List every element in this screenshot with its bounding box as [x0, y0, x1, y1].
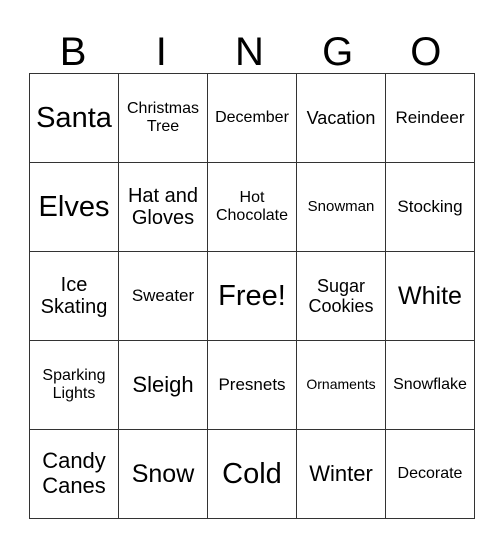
bingo-cell[interactable]: Snowman — [296, 162, 386, 252]
bingo-cell[interactable]: Vacation — [296, 73, 386, 163]
header-letter-n: N — [235, 30, 264, 74]
bingo-cell[interactable]: Reindeer — [385, 73, 475, 163]
bingo-cell[interactable]: Sweater — [118, 251, 208, 341]
bingo-cell[interactable]: Free! — [207, 251, 297, 341]
bingo-cell[interactable]: Santa — [29, 73, 119, 163]
bingo-cell[interactable]: Hot Chocolate — [207, 162, 297, 252]
bingo-cell[interactable]: Stocking — [385, 162, 475, 252]
bingo-row: Candy Canes Snow Cold Winter Decorate — [29, 429, 475, 519]
bingo-cell[interactable]: Elves — [29, 162, 119, 252]
bingo-cell[interactable]: December — [207, 73, 297, 163]
bingo-cell[interactable]: Snowflake — [385, 340, 475, 430]
header-letter-i: I — [155, 30, 167, 74]
header-letter-o: O — [410, 30, 442, 74]
bingo-cell[interactable]: Presnets — [207, 340, 297, 430]
bingo-cell[interactable]: Sugar Cookies — [296, 251, 386, 341]
bingo-cell[interactable]: Ornaments — [296, 340, 386, 430]
bingo-header: B I N G O — [29, 30, 470, 74]
header-letter-b: B — [59, 30, 87, 74]
bingo-cell[interactable]: Hat and Gloves — [118, 162, 208, 252]
bingo-row: Ice Skating Sweater Free! Sugar Cookies Whit… — [29, 251, 475, 341]
bingo-cell[interactable]: Sparking Lights — [29, 340, 119, 430]
bingo-cell[interactable]: Snow — [118, 429, 208, 519]
bingo-row: Elves Hat and Gloves Hot Chocolate Snowman S… — [29, 162, 475, 252]
bingo-cell[interactable]: Ice Skating — [29, 251, 119, 341]
bingo-cell[interactable]: White — [385, 251, 475, 341]
bingo-grid: Santa Christmas Tree December Vacation Reind… — [29, 73, 475, 519]
bingo-cell[interactable]: Cold — [207, 429, 297, 519]
bingo-cell[interactable]: Decorate — [385, 429, 475, 519]
header-letter-g: G — [322, 30, 354, 74]
bingo-cell[interactable]: Sleigh — [118, 340, 208, 430]
bingo-row: Santa Christmas Tree December Vacation Reind… — [29, 73, 475, 163]
bingo-row: Sparking Lights Sleigh Presnets Ornaments Sn… — [29, 340, 475, 430]
bingo-cell[interactable]: Candy Canes — [29, 429, 119, 519]
bingo-cell[interactable]: Winter — [296, 429, 386, 519]
bingo-cell[interactable]: Christmas Tree — [118, 73, 208, 163]
